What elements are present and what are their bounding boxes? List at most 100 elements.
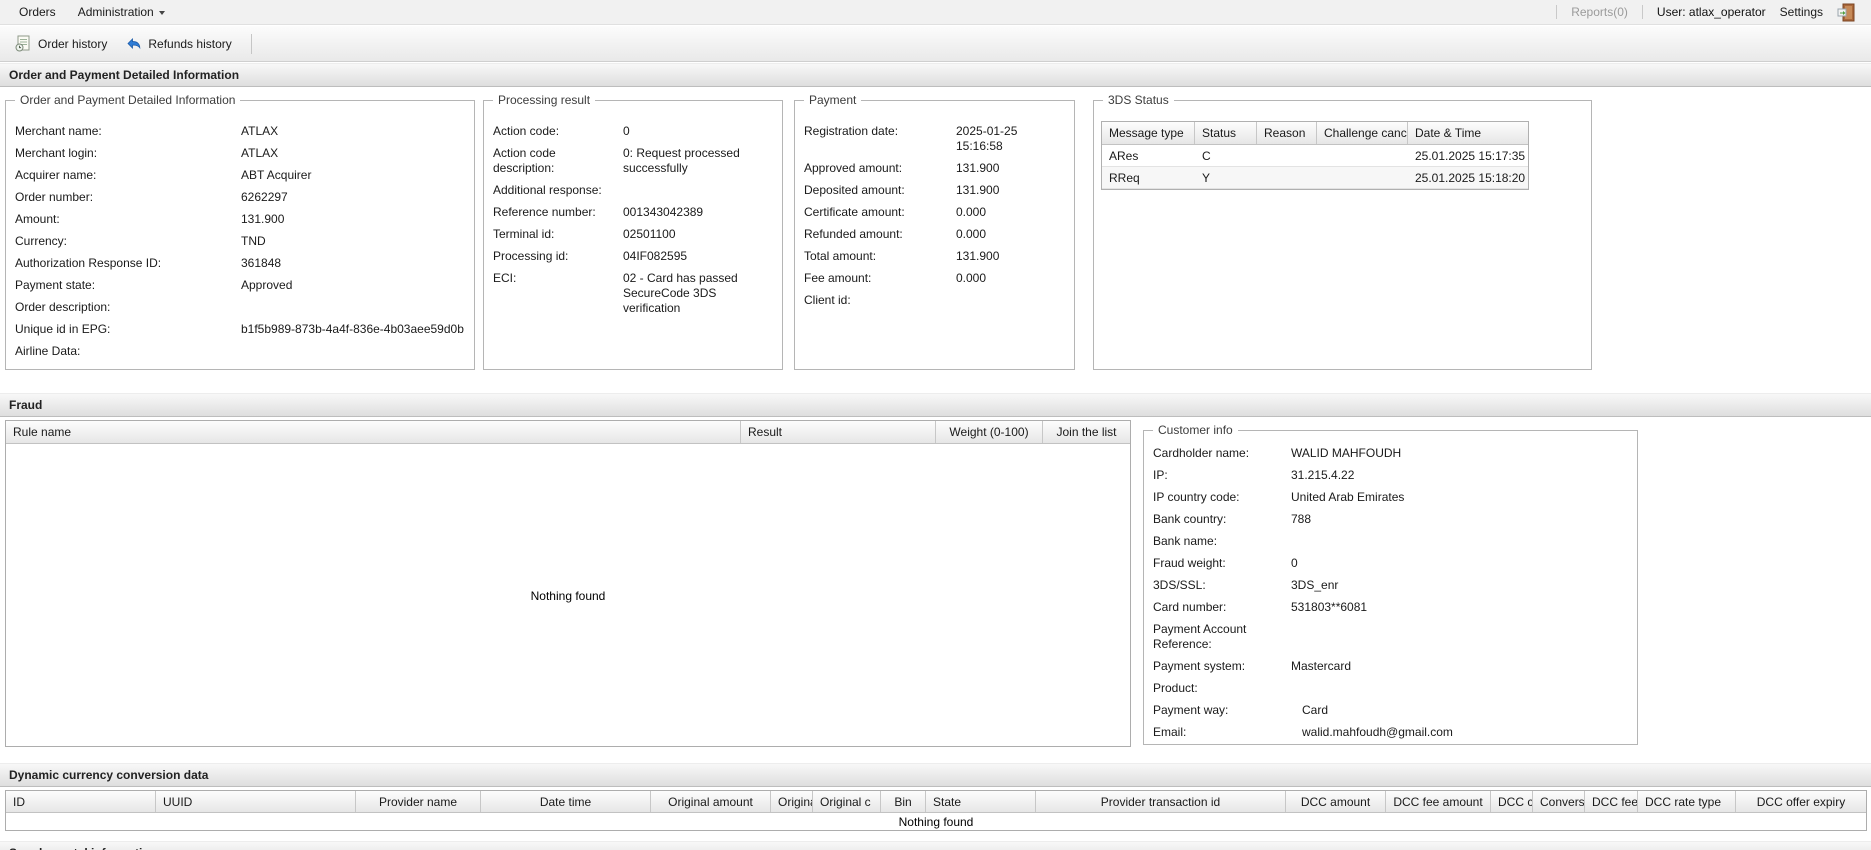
field-label: Refunded amount: — [804, 227, 903, 241]
cell-message-type: ARes — [1109, 148, 1139, 163]
column-header-join-the-list[interactable]: Join the list — [1043, 421, 1130, 443]
field-value: ABT Acquirer — [241, 168, 312, 182]
field-value: 04IF082595 — [623, 249, 688, 263]
cell-status: Y — [1202, 170, 1211, 185]
field-row: Terminal id: 02501100 — [493, 227, 773, 242]
field-label: Unique id in EPG: — [15, 322, 111, 336]
section-header-order-payment: Order and Payment Detailed Information — [0, 63, 1871, 87]
field-label: Action code description: — [493, 146, 556, 175]
column-header-challenge-cancel[interactable]: Challenge cancel — [1317, 122, 1408, 144]
field-label: ECI: — [493, 271, 517, 285]
field-label: Fraud weight: — [1153, 556, 1226, 570]
column-header-provider-name[interactable]: Provider name — [356, 791, 481, 812]
field-value: 6262297 — [241, 190, 288, 204]
menu-administration[interactable]: Administration — [67, 0, 176, 24]
column-header-id[interactable]: ID — [6, 791, 156, 812]
column-header-dcc-rate-type[interactable]: DCC rate type — [1638, 791, 1736, 812]
field-row: Action code description: 0: Request proce… — [493, 146, 773, 176]
dcc-table-header: ID UUID Provider name Date time Original… — [6, 791, 1866, 813]
column-header-dcc-fee-amount[interactable]: DCC fee amount — [1386, 791, 1491, 812]
field-row: Bank country: 788 — [1153, 512, 1628, 527]
field-value: TND — [241, 234, 266, 248]
field-row: IP: 31.215.4.22 — [1153, 468, 1628, 483]
column-header-original-currency[interactable]: Original c — [813, 791, 881, 812]
column-header-message-type[interactable]: Message type — [1102, 122, 1195, 144]
field-row: Airline Data: — [15, 344, 465, 359]
field-row: Payment way: Card — [1153, 703, 1628, 718]
field-row: Currency: TND — [15, 234, 465, 249]
field-value: 0 — [1291, 556, 1298, 570]
field-label: Order number: — [15, 190, 94, 204]
field-value: 001343042389 — [623, 205, 704, 219]
field-label: Merchant name: — [15, 124, 102, 138]
order-info-panel: Order and Payment Detailed Information M… — [5, 93, 475, 370]
field-value: walid.mahfoudh@gmail.com — [1302, 725, 1453, 739]
column-header-original-amount[interactable]: Original amount — [651, 791, 771, 812]
dcc-table: ID UUID Provider name Date time Original… — [5, 790, 1867, 831]
column-header-status[interactable]: Status — [1195, 122, 1257, 144]
field-label: IP: — [1153, 468, 1168, 482]
field-row: Fee amount: 0.000 — [804, 271, 1065, 286]
field-row: Deposited amount: 131.900 — [804, 183, 1065, 198]
field-row: Additional response: — [493, 183, 773, 198]
column-header-reason[interactable]: Reason — [1257, 122, 1317, 144]
refunds-history-button[interactable]: Refunds history — [116, 31, 240, 56]
column-header-date-time[interactable]: Date time — [481, 791, 651, 812]
field-label: Payment Account Reference: — [1153, 622, 1247, 651]
field-value — [956, 293, 1065, 308]
field-value: 2025-01-25 15:16:58 — [956, 124, 1018, 153]
column-header-conversion[interactable]: Conversi — [1533, 791, 1585, 812]
column-header-dcc-currency[interactable]: DCC curr — [1491, 791, 1533, 812]
payment-legend: Payment — [804, 93, 862, 108]
field-label: Merchant login: — [15, 146, 98, 160]
field-value: 0.000 — [956, 271, 987, 285]
column-header-rule-name[interactable]: Rule name — [6, 421, 741, 443]
column-header-state[interactable]: State — [926, 791, 1036, 812]
section-header-label: Supplemental information — [9, 846, 157, 850]
field-row: Bank name: — [1153, 534, 1628, 549]
field-value: 0.000 — [956, 205, 987, 219]
field-value: United Arab Emirates — [1291, 490, 1405, 504]
field-row: Client id: — [804, 293, 1065, 308]
column-header-original-fee[interactable]: Original f — [771, 791, 813, 812]
logout-door-icon[interactable] — [1837, 3, 1857, 22]
field-label: Fee amount: — [804, 271, 872, 285]
field-label: 3DS/SSL: — [1153, 578, 1206, 592]
field-value — [241, 344, 465, 359]
field-row: Action code: 0 — [493, 124, 773, 139]
menu-orders[interactable]: Orders — [8, 0, 67, 24]
menu-bar-right: Reports(0) User: atlax_operator Settings — [1556, 3, 1863, 22]
cell-date-time: 25.01.2025 15:17:35 — [1415, 148, 1526, 163]
field-row: Processing id: 04IF082595 — [493, 249, 773, 264]
settings-link[interactable]: Settings — [1780, 5, 1823, 19]
order-history-label: Order history — [38, 36, 108, 51]
column-header-bin[interactable]: Bin — [881, 791, 926, 812]
fraud-table-body: Nothing found — [6, 444, 1130, 747]
column-header-weight[interactable]: Weight (0-100) — [936, 421, 1043, 443]
column-header-dcc-amount[interactable]: DCC amount — [1286, 791, 1386, 812]
field-label: Order description: — [15, 300, 111, 314]
table-row: RReq Y 25.01.2025 15:18:20 — [1102, 167, 1528, 189]
column-header-dcc-fee[interactable]: DCC fee — [1585, 791, 1638, 812]
customer-info-panel: Customer info Cardholder name: WALID MAHF… — [1143, 423, 1638, 745]
field-value — [1291, 534, 1628, 549]
field-label: Payment state: — [15, 278, 96, 292]
field-label: Acquirer name: — [15, 168, 97, 182]
field-label: Certificate amount: — [804, 205, 905, 219]
divider — [250, 33, 252, 54]
field-value: ATLAX — [241, 146, 279, 160]
field-value — [241, 300, 465, 315]
field-row: Order number: 6262297 — [15, 190, 465, 205]
column-header-dcc-offer-expiry[interactable]: DCC offer expiry — [1736, 791, 1866, 812]
field-value: Card — [1302, 703, 1329, 717]
field-value: 131.900 — [956, 161, 1000, 175]
divider — [1556, 5, 1558, 19]
reports-link[interactable]: Reports(0) — [1571, 5, 1628, 19]
column-header-date-time[interactable]: Date & Time — [1408, 122, 1528, 144]
column-header-result[interactable]: Result — [741, 421, 936, 443]
field-label: Reference number: — [493, 205, 596, 219]
column-header-uuid[interactable]: UUID — [156, 791, 356, 812]
order-history-button[interactable]: Order history — [6, 31, 116, 56]
field-label: Additional response: — [493, 183, 602, 197]
column-header-provider-transaction-id[interactable]: Provider transaction id — [1036, 791, 1286, 812]
